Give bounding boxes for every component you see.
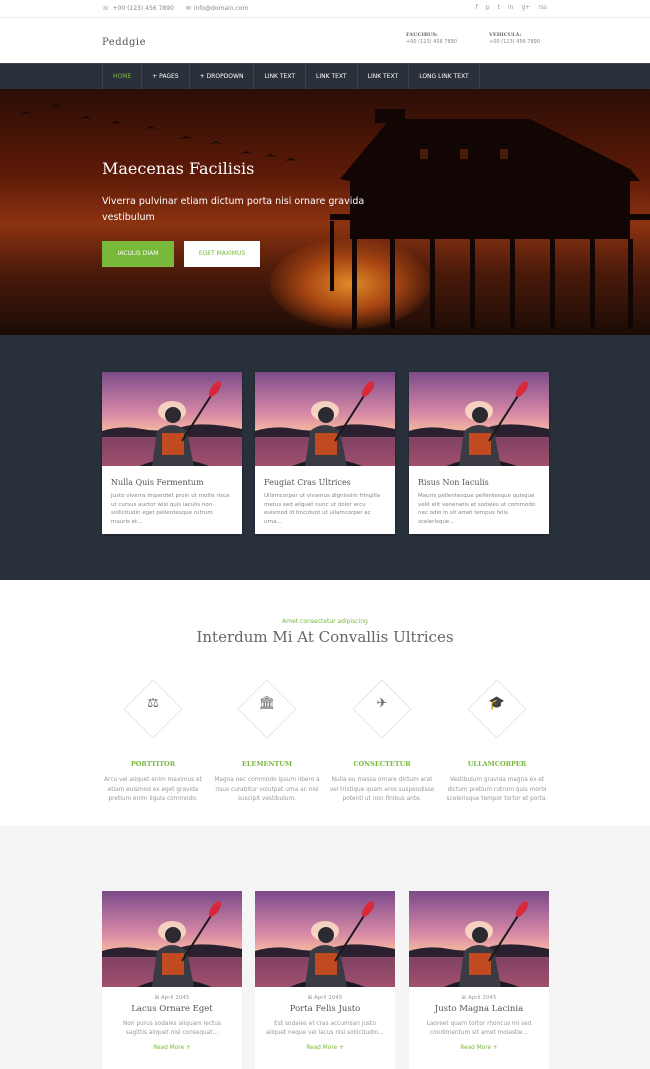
card-text: Ullamcorper ut vivamus dignissim fringil… (264, 493, 381, 525)
feature-item: 🎓 ULLAMCORPER Vestibulum gravida magna e… (442, 679, 552, 805)
scale-icon: ⚖ (147, 696, 159, 711)
facebook-icon[interactable]: f (476, 4, 478, 11)
phone-info: ☏ +00 (123) 456 7890 (102, 5, 174, 12)
social-links: f p t in g+ rss (476, 4, 547, 11)
blog-card[interactable]: ⊞ April 2045 Porta Felis Justo Est sodal… (255, 891, 395, 1069)
calendar-icon: ⊞ (307, 995, 313, 1001)
post-title[interactable]: Lacus Ornare Eget (102, 1004, 242, 1014)
nav-item-link[interactable]: LINK TEXT (254, 64, 307, 90)
post-date: ⊞ April 2045 (409, 995, 549, 1001)
header-contact-1: FAUCIBUS: +00 (123) 456 7890 (406, 32, 457, 46)
page: ☏ +00 (123) 456 7890 ✉ info@domain.com f p… (0, 0, 650, 1069)
contact-value: +00 (123) 456 7890 (406, 39, 458, 45)
nav-item-dropdown[interactable]: + DROPDOWN (190, 64, 255, 90)
post-date-text: April 2045 (468, 995, 497, 1001)
feature-text: Vestibulum gravida magna ex et dictum pr… (446, 777, 548, 802)
read-more-link[interactable]: Read More + (409, 1045, 549, 1051)
post-excerpt: Non purus sodales aliquam lectus sagitti… (122, 1021, 221, 1036)
hero-secondary-button[interactable]: EGET MAXIMUS (184, 241, 260, 267)
post-excerpt: Laoreet quam tortor rhoncus mi sed condi… (426, 1021, 532, 1036)
nav-item-home[interactable]: HOME (102, 64, 143, 90)
email-text[interactable]: info@domain.com (194, 5, 248, 12)
phone-text: +00 (123) 456 7890 (112, 5, 174, 12)
nav-item-link[interactable]: LINK TEXT (358, 64, 410, 90)
card-title[interactable]: Nulla Quis Fermentum (102, 466, 242, 492)
contact-value: +00 (123) 456 7890 (489, 39, 541, 45)
kayak-photo (255, 891, 395, 987)
read-more-link[interactable]: Read More + (102, 1045, 242, 1051)
nav-item-long-link[interactable]: LONG LINK TEXT (409, 64, 480, 90)
google-plus-icon[interactable]: g+ (521, 4, 530, 11)
feature-item: ✈ CONSECTETUR Nulla eu massa ornare dict… (327, 679, 437, 805)
envelope-icon: ✉ (185, 5, 191, 12)
card-text: Justo viverra imperdiet proin ut mollis … (111, 493, 230, 525)
feature-text: Nulla eu massa ornare dictum erat vel tr… (329, 777, 435, 802)
card-text: Mauris pellentesque pellentesque quisque… (418, 493, 536, 525)
bank-icon: 🏛 (258, 696, 276, 711)
hero-title: Maecenas Facilisis (102, 159, 255, 178)
nav-item-pages[interactable]: + PAGES (142, 64, 190, 90)
read-more-link[interactable]: Read More + (255, 1045, 395, 1051)
email-info[interactable]: ✉ info@domain.com (186, 5, 248, 12)
featured-card[interactable]: Feugiat Cras Ultrices Ullamcorper ut viv… (255, 372, 395, 534)
post-title[interactable]: Justo Magna Lacinia (409, 1004, 549, 1014)
feature-item: 🏛 ELEMENTUM Magna nec commodo ipsum libe… (212, 679, 322, 805)
nav-item-link[interactable]: LINK TEXT (306, 64, 358, 90)
section-kicker: Amet consectetur adipiscing (282, 618, 368, 625)
stilt-house-silhouette (330, 109, 650, 329)
feature-title: ELEMENTUM (241, 760, 293, 768)
hero-subtitle: Viverra pulvinar etiam dictum porta nisi… (102, 196, 365, 223)
contact-label: VEHICULA: (489, 32, 522, 38)
section-title: Interdum Mi At Convallis Ultrices (196, 628, 454, 646)
plane-icon: ✈ (376, 696, 388, 711)
kayak-photo (409, 891, 549, 987)
linkedin-icon[interactable]: in (508, 4, 513, 11)
post-date-text: April 2045 (161, 995, 190, 1001)
featured-card[interactable]: Nulla Quis Fermentum Justo viverra imper… (102, 372, 242, 534)
featured-cards-section: Nulla Quis Fermentum Justo viverra imper… (0, 335, 650, 580)
kayak-photo (102, 891, 242, 987)
hero-primary-button[interactable]: IACULIS DIAM (102, 241, 174, 267)
phone-icon: ☏ (102, 5, 110, 12)
card-title[interactable]: Risus Non Iaculis (409, 466, 549, 492)
twitter-icon[interactable]: t (498, 4, 500, 11)
hero-banner: Maecenas Facilisis Viverra pulvinar etia… (0, 89, 650, 335)
contact-label: FAUCIBUS: (406, 32, 438, 38)
feature-text: Magna nec commodo ipsum libero a risus c… (214, 777, 320, 802)
main-nav: HOME + PAGES + DROPDOWN LINK TEXT LINK T… (0, 63, 650, 90)
blog-section: ⊞ April 2045 Lacus Ornare Eget Non purus… (0, 826, 650, 1069)
rss-icon[interactable]: rss (538, 4, 547, 11)
kayak-photo (409, 372, 549, 466)
post-date: ⊞ April 2045 (255, 995, 395, 1001)
post-title[interactable]: Porta Felis Justo (255, 1004, 395, 1014)
blog-card[interactable]: ⊞ April 2045 Justo Magna Lacinia Laoreet… (409, 891, 549, 1069)
features-section: Amet consectetur adipiscing Interdum Mi … (0, 580, 650, 825)
post-date-text: April 2045 (314, 995, 343, 1001)
featured-card[interactable]: Risus Non Iaculis Mauris pellentesque pe… (409, 372, 549, 534)
calendar-icon: ⊞ (154, 995, 160, 1001)
feature-item: ⚖ PORTTITOR Arcu vel aliquet enim maximu… (98, 679, 208, 805)
card-title[interactable]: Feugiat Cras Ultrices (255, 466, 395, 492)
feature-title: CONSECTETUR (353, 760, 411, 768)
header: Peddgie FAUCIBUS: +00 (123) 456 7890 VEH… (0, 18, 650, 63)
feature-title: PORTTITOR (130, 760, 176, 768)
graduation-cap-icon: 🎓 (488, 696, 506, 711)
header-contact-2: VEHICULA: +00 (123) 456 7890 (489, 32, 540, 46)
kayak-photo (102, 372, 242, 466)
post-date: ⊞ April 2045 (102, 995, 242, 1001)
logo[interactable]: Peddgie (102, 37, 146, 48)
pinterest-icon[interactable]: p (486, 4, 490, 11)
top-bar: ☏ +00 (123) 456 7890 ✉ info@domain.com f p… (0, 0, 650, 18)
feature-text: Arcu vel aliquet enim maximus et etiam e… (104, 777, 202, 802)
feature-title: ULLAMCORPER (467, 760, 527, 768)
blog-card[interactable]: ⊞ April 2045 Lacus Ornare Eget Non purus… (102, 891, 242, 1069)
kayak-photo (255, 372, 395, 466)
post-excerpt: Est sodales et cras accumsan justo aliqu… (266, 1021, 384, 1036)
calendar-icon: ⊞ (461, 995, 467, 1001)
